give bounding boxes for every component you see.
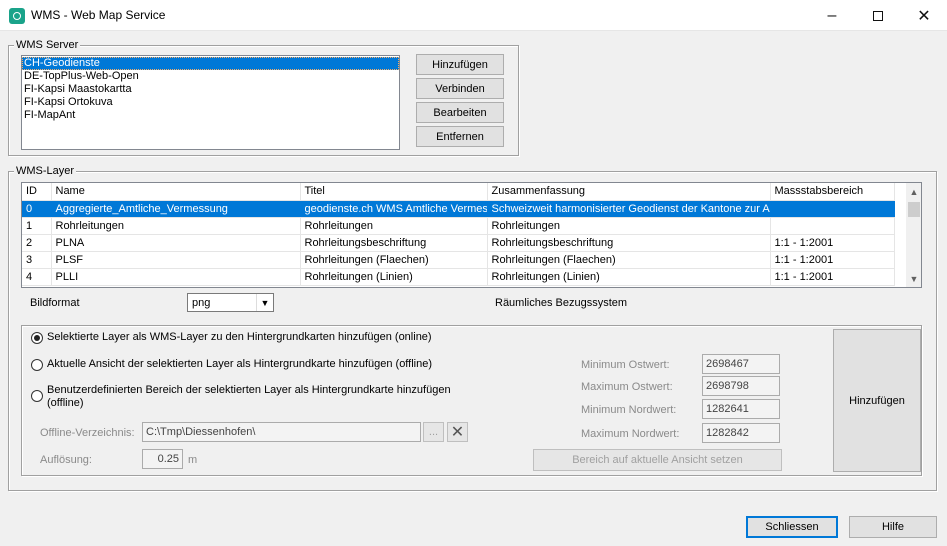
image-format-label: Bildformat: [30, 297, 80, 309]
table-cell: Rohrleitungsbeschriftung: [300, 234, 488, 252]
edit-server-button[interactable]: Bearbeiten: [416, 102, 504, 123]
close-button[interactable]: Schliessen: [746, 516, 838, 538]
radio-offline-custom-label-2[interactable]: (offline): [47, 397, 83, 409]
app-icon: [9, 8, 25, 24]
column-header[interactable]: Name: [51, 183, 301, 201]
column-header[interactable]: Titel: [300, 183, 488, 201]
column-header[interactable]: Massstabsbereich: [770, 183, 895, 201]
table-cell: Rohrleitungen: [51, 217, 301, 235]
server-list[interactable]: CH-Geodienste DE-TopPlus-Web-Open FI-Kapsi…: [21, 55, 400, 150]
table-cell: Rohrleitungen: [300, 217, 488, 235]
help-button[interactable]: Hilfe: [849, 516, 937, 538]
radio-online[interactable]: [31, 332, 43, 344]
server-list-item[interactable]: CH-Geodienste: [22, 57, 399, 70]
clear-dir-icon[interactable]: ✕: [447, 422, 468, 442]
max-east-field[interactable]: 2698798: [702, 376, 780, 396]
resolution-unit: m: [188, 454, 198, 466]
browse-button[interactable]: ...: [423, 422, 444, 442]
max-north-label: Maximum Nordwert:: [581, 428, 680, 440]
radio-online-label[interactable]: Selektierte Layer als WMS-Layer zu den H…: [47, 331, 432, 343]
layer-table[interactable]: ID Name Titel Zusammenfassung Massstabsberei…: [21, 182, 922, 288]
table-cell: 1:1 - 1:2001: [770, 268, 895, 286]
table-cell: Aggregierte_Amtliche_Vermessung: [51, 200, 301, 218]
min-north-label: Minimum Nordwert:: [581, 404, 677, 416]
table-cell: 4: [22, 268, 52, 286]
max-east-label: Maximum Ostwert:: [581, 381, 673, 393]
table-cell: Rohrleitungsbeschriftung: [487, 234, 771, 252]
image-format-value: png: [192, 297, 211, 309]
table-cell: Rohrleitungen (Flaechen): [300, 251, 488, 269]
scroll-thumb[interactable]: [908, 202, 920, 217]
image-format-select[interactable]: png ▼: [187, 293, 274, 312]
window-title: WMS - Web Map Service: [31, 8, 166, 22]
table-row[interactable]: 2 PLNA Rohrleitungsbeschriftung Rohrleitung…: [22, 234, 895, 252]
table-cell: PLSF: [51, 251, 301, 269]
add-server-button[interactable]: Hinzufügen: [416, 54, 504, 75]
scroll-up-icon[interactable]: ▲: [906, 183, 921, 200]
layer-table-scrollbar[interactable]: ▲ ▼: [906, 183, 921, 287]
table-cell: 3: [22, 251, 52, 269]
table-row[interactable]: 1 Rohrleitungen Rohrleitungen Rohrleitungen: [22, 217, 895, 235]
resolution-field[interactable]: 0.25: [142, 449, 183, 469]
radio-offline-view[interactable]: [31, 359, 43, 371]
column-header[interactable]: ID: [22, 183, 52, 201]
server-list-item[interactable]: FI-MapAnt: [22, 109, 399, 122]
minimize-icon[interactable]: –: [809, 0, 855, 31]
table-cell: 1:1 - 1:2001: [770, 251, 895, 269]
radio-offline-custom-label[interactable]: Benutzerdefinierten Bereich der selektie…: [47, 384, 451, 396]
min-east-field[interactable]: 2698467: [702, 354, 780, 374]
min-north-field[interactable]: 1282641: [702, 399, 780, 419]
table-cell: Rohrleitungen (Flaechen): [487, 251, 771, 269]
min-east-label: Minimum Ostwert:: [581, 359, 670, 371]
server-list-item[interactable]: DE-TopPlus-Web-Open: [22, 70, 399, 83]
offline-dir-field[interactable]: C:\Tmp\Diessenhofen\: [142, 422, 421, 442]
resolution-label: Auflösung:: [40, 454, 92, 466]
maximize-icon[interactable]: [855, 0, 901, 31]
radio-offline-custom[interactable]: [31, 390, 43, 402]
remove-server-button[interactable]: Entfernen: [416, 126, 504, 147]
table-row[interactable]: 0 Aggregierte_Amtliche_Vermessung geodiens…: [22, 200, 895, 218]
table-cell: 1:1 - 1:2001: [770, 234, 895, 252]
title-bar: WMS - Web Map Service – ✕: [0, 0, 947, 31]
table-cell: geodienste.ch WMS Amtliche Vermessung: [300, 200, 488, 218]
server-list-item[interactable]: FI-Kapsi Maastokartta: [22, 83, 399, 96]
connect-button[interactable]: Verbinden: [416, 78, 504, 99]
table-cell: Schweizweit harmonisierter Geodienst der…: [487, 200, 771, 218]
table-row[interactable]: 3 PLSF Rohrleitungen (Flaechen) Rohrleitung…: [22, 251, 895, 269]
radio-offline-view-label[interactable]: Aktuelle Ansicht der selektierten Layer …: [47, 358, 432, 370]
wms-server-group-label: WMS Server: [14, 39, 81, 51]
table-cell: [770, 217, 895, 235]
table-cell: Rohrleitungen (Linien): [487, 268, 771, 286]
crs-label: Räumliches Bezugssystem: [495, 297, 628, 309]
wms-layer-group-label: WMS-Layer: [14, 165, 77, 177]
table-cell: PLLI: [51, 268, 301, 286]
max-north-field[interactable]: 1282842: [702, 423, 780, 443]
table-cell: Rohrleitungen (Linien): [300, 268, 488, 286]
close-icon[interactable]: ✕: [901, 0, 947, 31]
table-cell: [770, 200, 895, 218]
add-layer-button[interactable]: Hinzufügen: [833, 329, 921, 472]
column-header[interactable]: Zusammenfassung: [487, 183, 771, 201]
server-list-item[interactable]: FI-Kapsi Ortokuva: [22, 96, 399, 109]
table-cell: 2: [22, 234, 52, 252]
offline-dir-label: Offline-Verzeichnis:: [40, 427, 135, 439]
table-cell: PLNA: [51, 234, 301, 252]
table-cell: 0: [22, 200, 52, 218]
table-cell: Rohrleitungen: [487, 217, 771, 235]
chevron-down-icon[interactable]: ▼: [256, 294, 273, 311]
table-row[interactable]: 4 PLLI Rohrleitungen (Linien) Rohrleitungen…: [22, 268, 895, 286]
table-cell: 1: [22, 217, 52, 235]
set-extent-button[interactable]: Bereich auf aktuelle Ansicht setzen: [533, 449, 782, 471]
scroll-down-icon[interactable]: ▼: [906, 270, 921, 287]
